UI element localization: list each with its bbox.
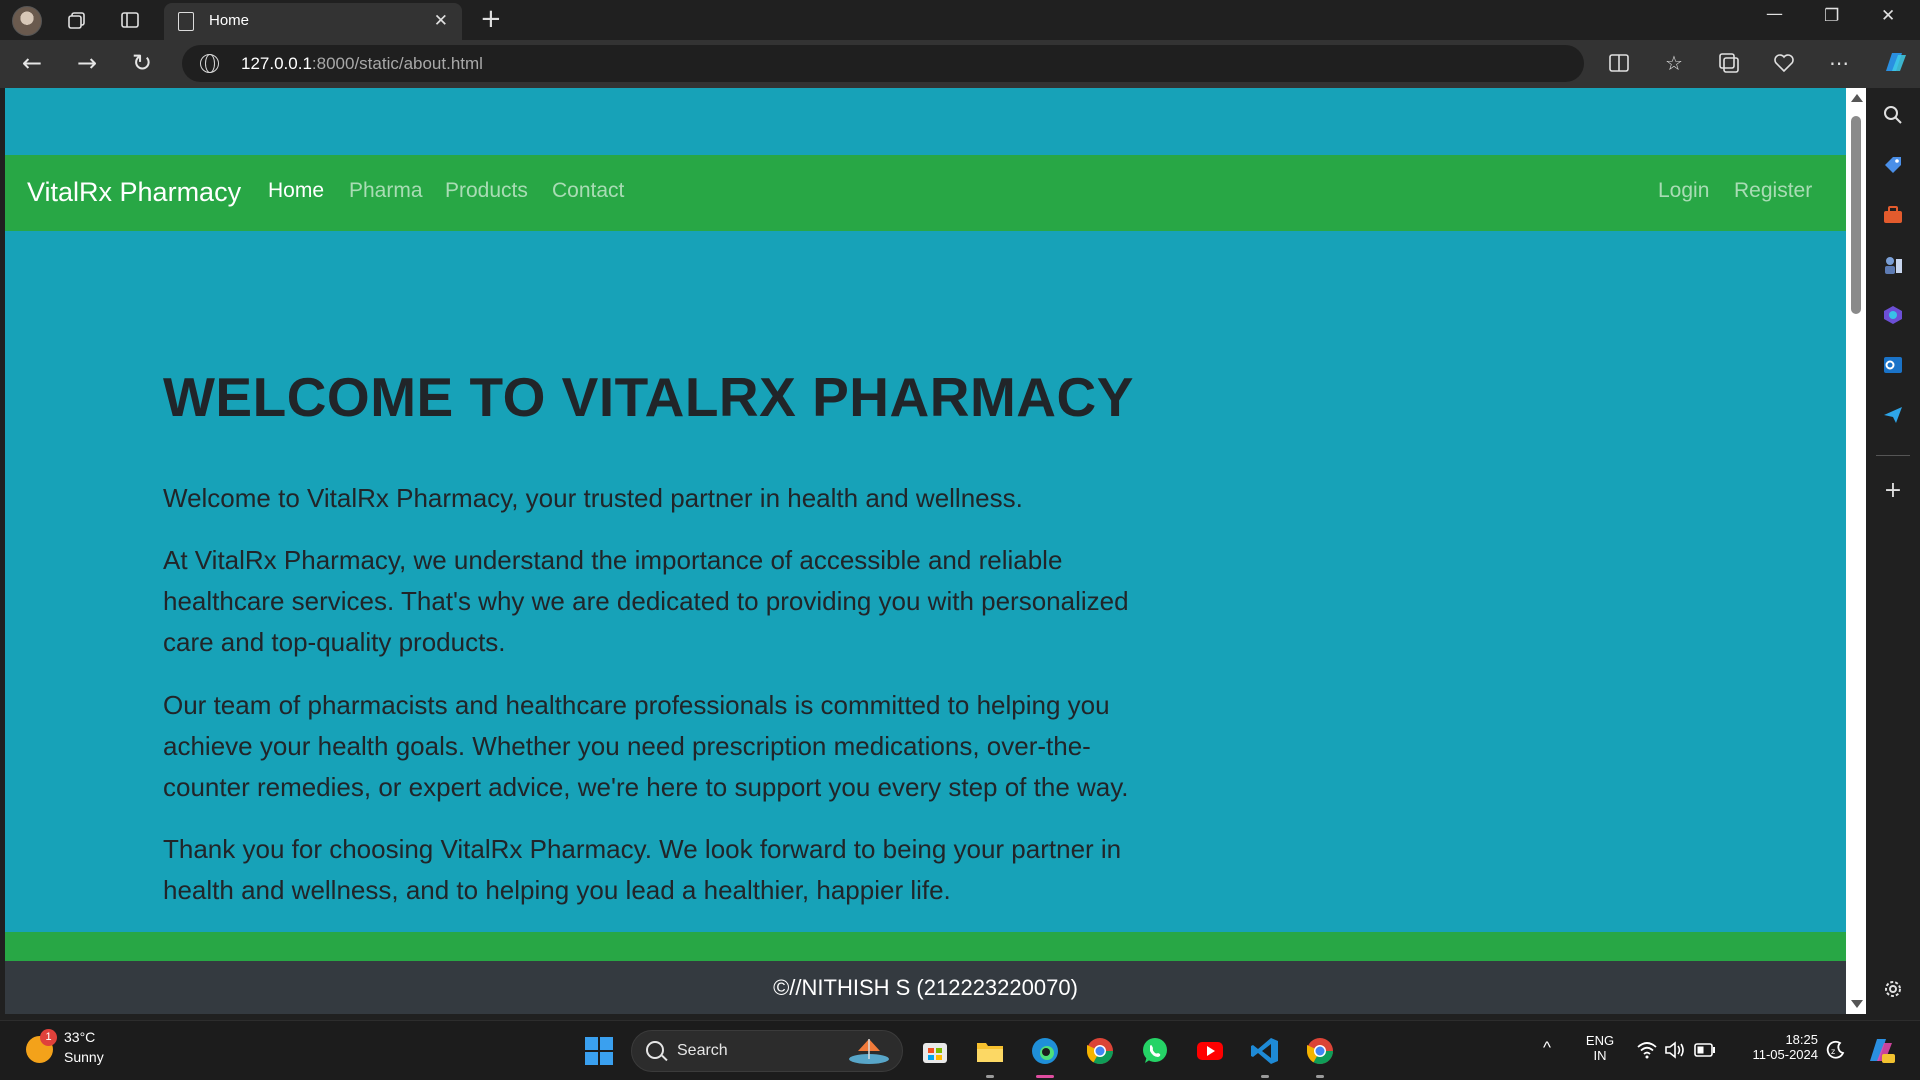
nav-products[interactable]: Products (445, 179, 528, 203)
whatsapp-icon[interactable] (1139, 1035, 1171, 1067)
tab-actions-icon[interactable] (120, 10, 140, 30)
footer-copyright: ©//NITHISH S (212223220070) (773, 975, 1078, 1000)
favorites-icon[interactable]: ☆ (1663, 52, 1685, 74)
browser-title-bar: Home ✕ + — ❐ ✕ (0, 0, 1920, 40)
app-indicator (1316, 1075, 1324, 1078)
chrome-icon[interactable] (1084, 1035, 1116, 1067)
search-icon[interactable] (1882, 104, 1904, 126)
clock[interactable]: 18:25 11-05-2024 (1732, 1032, 1818, 1062)
globe-icon (200, 54, 219, 73)
volume-icon[interactable] (1664, 1041, 1686, 1059)
svg-text:z: z (1831, 1047, 1835, 1056)
copilot-app-icon[interactable] (1882, 304, 1904, 326)
games-icon[interactable] (1882, 254, 1904, 276)
app-indicator-active (1036, 1075, 1054, 1078)
site-footer: ©//NITHISH S (212223220070) (5, 961, 1846, 1014)
search-icon (646, 1041, 664, 1059)
browser-toolbar: ← → ↻ 127.0.0.1:8000/static/about.html ☆… (0, 40, 1920, 88)
file-explorer-icon[interactable] (974, 1035, 1006, 1067)
outlook-icon[interactable] (1882, 354, 1904, 376)
search-highlight-icon (849, 1039, 889, 1064)
more-options-icon[interactable]: ⋯ (1828, 52, 1850, 74)
tools-icon[interactable] (1882, 204, 1904, 226)
scroll-up-icon[interactable] (1851, 94, 1863, 102)
sidebar-divider (1876, 455, 1910, 456)
chrome-profile-icon[interactable] (1304, 1035, 1336, 1067)
app-indicator (986, 1075, 994, 1078)
back-icon[interactable]: ← (22, 49, 42, 77)
nav-contact[interactable]: Contact (552, 179, 624, 203)
nav-register[interactable]: Register (1734, 179, 1812, 203)
copilot-taskbar-icon[interactable] (1864, 1035, 1896, 1065)
profile-avatar[interactable] (12, 6, 42, 36)
brand-link[interactable]: VitalRx Pharmacy (27, 177, 241, 208)
page-title: WELCOME TO VITALRX PHARMACY (163, 366, 1134, 428)
page-viewport: VitalRx Pharmacy Home Pharma Products Co… (5, 88, 1846, 1014)
focus-assist-icon[interactable]: z (1826, 1040, 1846, 1060)
copilot-icon[interactable] (1880, 49, 1908, 77)
site-navbar: VitalRx Pharmacy Home Pharma Products Co… (5, 155, 1846, 231)
edge-sidebar: + (1866, 88, 1920, 1014)
minimize-icon[interactable]: — (1766, 4, 1783, 24)
weather-notification-badge: 1 (40, 1029, 57, 1046)
weather-condition[interactable]: Sunny (64, 1049, 104, 1065)
footer-accent-bar (5, 932, 1846, 961)
address-bar[interactable]: 127.0.0.1:8000/static/about.html (182, 45, 1584, 82)
thanks-paragraph: Thank you for choosing VitalRx Pharmacy.… (163, 834, 1122, 905)
new-tab-icon[interactable]: + (480, 4, 502, 34)
intro-paragraph: Welcome to VitalRx Pharmacy, your truste… (163, 483, 1023, 513)
tab-home[interactable]: Home ✕ (164, 3, 462, 40)
weather-temperature[interactable]: 33°C (64, 1029, 95, 1045)
nav-pharma[interactable]: Pharma (349, 179, 423, 203)
workspaces-icon[interactable] (67, 10, 87, 30)
language-indicator[interactable]: ENG IN (1580, 1033, 1620, 1063)
page-icon (178, 12, 194, 31)
forward-icon[interactable]: → (77, 49, 97, 77)
windows-taskbar: 1 33°C Sunny Search ^ ENG IN 18:25 11-05… (0, 1020, 1920, 1080)
collections-icon[interactable] (1718, 52, 1740, 74)
show-hidden-icons-chevron-icon[interactable]: ^ (1543, 1038, 1551, 1058)
tab-title: Home (209, 12, 250, 29)
scroll-thumb[interactable] (1851, 116, 1861, 314)
nav-home[interactable]: Home (268, 179, 324, 203)
app-indicator (1261, 1075, 1269, 1078)
refresh-icon[interactable]: ↻ (132, 49, 152, 77)
split-screen-icon[interactable] (1608, 52, 1630, 74)
scroll-down-icon[interactable] (1851, 1000, 1863, 1008)
settings-gear-icon[interactable] (1882, 978, 1904, 1000)
wifi-icon[interactable] (1636, 1041, 1658, 1059)
taskbar-search[interactable]: Search (631, 1030, 903, 1072)
send-icon[interactable] (1882, 404, 1904, 426)
microsoft-store-icon[interactable] (919, 1035, 951, 1067)
about-paragraph: At VitalRx Pharmacy, we understand the i… (163, 545, 1129, 657)
restore-icon[interactable]: ❐ (1824, 6, 1839, 26)
windows-start-icon[interactable] (585, 1037, 613, 1065)
youtube-icon[interactable] (1194, 1035, 1226, 1067)
vscode-icon[interactable] (1249, 1035, 1281, 1067)
edge-browser-icon[interactable] (1029, 1035, 1061, 1067)
team-paragraph: Our team of pharmacists and healthcare p… (163, 690, 1129, 802)
close-tab-icon[interactable]: ✕ (434, 11, 448, 31)
shopping-tag-icon[interactable] (1882, 154, 1904, 176)
add-icon[interactable]: + (1882, 480, 1904, 502)
close-window-icon[interactable]: ✕ (1881, 6, 1895, 26)
battery-icon[interactable] (1694, 1042, 1716, 1058)
page-scrollbar[interactable] (1846, 88, 1866, 1014)
nav-login[interactable]: Login (1658, 179, 1709, 203)
url-text[interactable]: 127.0.0.1:8000/static/about.html (241, 54, 483, 74)
browser-essentials-icon[interactable] (1773, 52, 1795, 74)
search-label: Search (677, 1042, 728, 1059)
